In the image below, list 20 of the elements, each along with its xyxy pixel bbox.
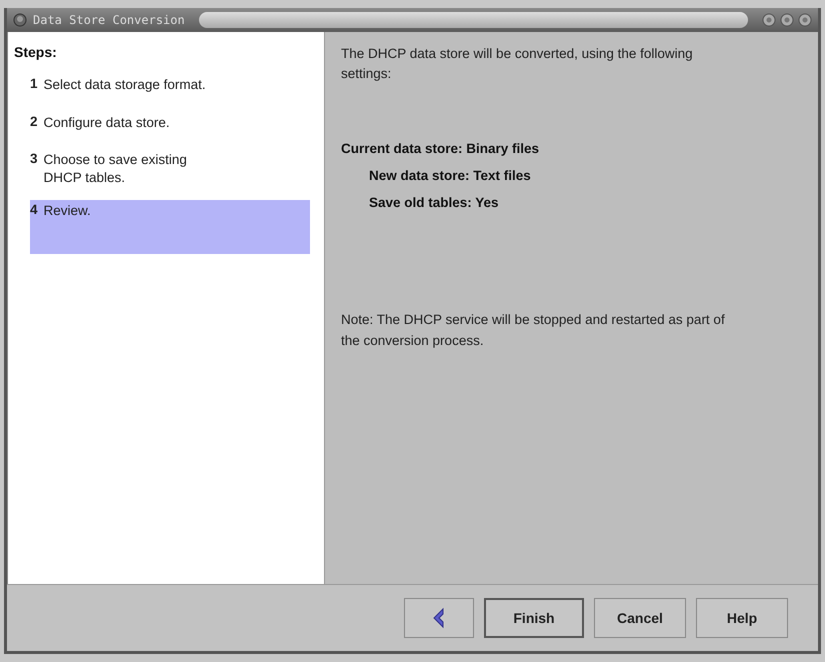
maximize-icon[interactable]	[780, 13, 794, 27]
close-icon[interactable]	[798, 13, 812, 27]
dialog-button[interactable]: Finish	[484, 598, 584, 638]
note-text: Note: The DHCP service will be stopped and restarted as part of the conversion process.	[341, 311, 726, 350]
step-item[interactable]: 1 Select data storage format.	[14, 70, 310, 108]
window-title: Data Store Conversion	[33, 13, 185, 27]
intro-text: The DHCP data store will be converted, using the following settings:	[341, 45, 694, 83]
steps-heading: Steps:	[14, 44, 58, 60]
setting-text: Current data store: Binary files	[341, 141, 540, 156]
back-button[interactable]	[404, 598, 474, 638]
step-item[interactable]: 2 Configure data store.	[14, 108, 310, 146]
minimize-icon[interactable]	[762, 13, 776, 27]
step-item[interactable]: 4 Review.	[30, 200, 310, 254]
setting-text: Save old tables: Yes	[368, 195, 500, 210]
dialog-button[interactable]: Help	[696, 598, 788, 638]
window-menu-icon[interactable]	[13, 13, 27, 27]
step-item[interactable]: 3 Choose to save existing DHCP tables.	[14, 145, 310, 200]
title-bar-grip[interactable]	[198, 12, 748, 28]
dialog-button[interactable]: Cancel	[594, 598, 686, 638]
setting-text: New data store: Text files	[368, 168, 532, 184]
